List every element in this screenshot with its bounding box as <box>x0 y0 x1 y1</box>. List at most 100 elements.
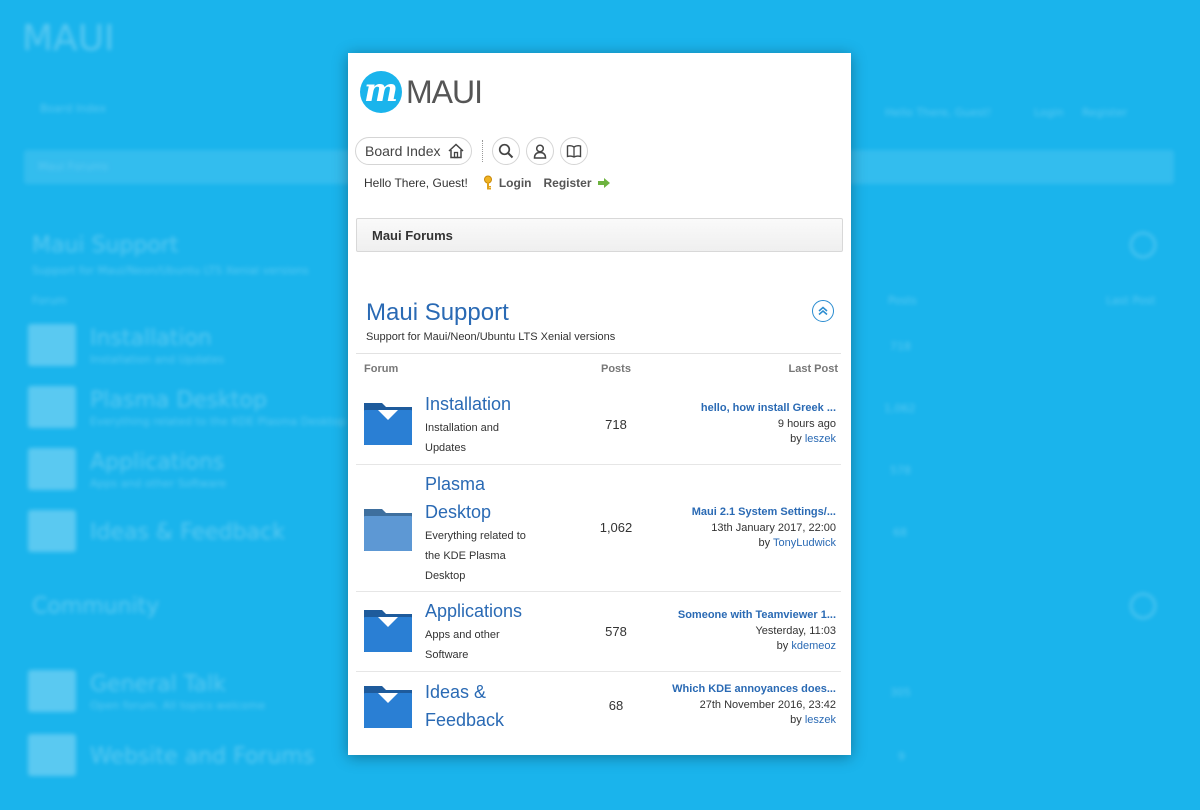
last-post-by-label: by <box>790 714 802 726</box>
last-post-author-link[interactable]: leszek <box>805 714 836 726</box>
last-post-author-link[interactable]: TonyLudwick <box>773 537 836 549</box>
bg-collapse-icon <box>1130 232 1156 258</box>
forum-description: Apps and other Software <box>425 629 500 661</box>
bg-logo: MAUI <box>22 18 115 59</box>
collapse-category-button[interactable] <box>812 300 834 322</box>
folder-icon <box>364 610 412 652</box>
bg-welcome: Hello There, Guest! <box>885 106 992 119</box>
last-post-time: 13th January 2017, 22:00 <box>711 521 836 534</box>
logo-text: MAUI <box>406 73 483 110</box>
forum-title-link[interactable]: Installation <box>425 390 575 418</box>
nav-divider <box>481 140 484 162</box>
bg-folder-icon <box>28 734 76 776</box>
bg-f5-desc: Open forum. All topics welcome <box>90 699 266 712</box>
forum-title-link[interactable]: Applications <box>425 597 575 625</box>
home-icon <box>447 143 464 159</box>
top-nav: Board Index <box>355 137 594 165</box>
bg-p4: 68 <box>893 526 907 539</box>
bg-p1: 718 <box>890 340 911 353</box>
bg-f4: Ideas & Feedback <box>90 520 285 545</box>
table-header-divider <box>356 353 841 354</box>
bg-p5: 305 <box>890 686 911 699</box>
folder-icon <box>364 403 412 445</box>
forum-title-link[interactable]: Plasma Desktop <box>425 470 515 526</box>
login-label: Login <box>498 176 532 190</box>
breadcrumb-forums-link[interactable]: Maui Forums <box>372 228 453 243</box>
board-index-button[interactable]: Board Index <box>355 137 472 165</box>
bg-cat2: Community <box>32 594 160 619</box>
bg-folder-icon <box>28 324 76 366</box>
bg-register: Register <box>1082 106 1128 119</box>
bg-cat1: Maui Support <box>32 233 179 258</box>
last-post-byline: by leszek <box>651 432 836 448</box>
arrow-right-icon <box>597 178 610 188</box>
member-list-button[interactable] <box>525 137 554 165</box>
last-post-time: 27th November 2016, 23:42 <box>699 698 836 711</box>
last-post-topic-link[interactable]: Maui 2.1 System Settings/... <box>651 505 836 521</box>
last-post: Which KDE annoyances does... 27th Novemb… <box>651 682 836 729</box>
bg-nav: Board Index <box>40 102 107 115</box>
bg-crumb: Maui Forums <box>38 160 109 173</box>
login-link[interactable]: Login <box>482 175 532 191</box>
folder-icon <box>364 509 412 551</box>
last-post-by-label: by <box>790 433 802 445</box>
bg-forum-col: Forum <box>32 294 67 307</box>
last-post-topic-link[interactable]: hello, how install Greek ... <box>651 401 836 417</box>
forum-row: Plasma Desktop Everything related to the… <box>356 465 841 592</box>
bg-p2: 1,062 <box>884 402 916 415</box>
site-logo[interactable]: m MAUI <box>360 71 483 113</box>
column-header-forum: Forum <box>364 363 399 375</box>
forum-title-link[interactable]: Ideas & Feedback <box>425 678 515 734</box>
bg-folder-icon <box>28 670 76 712</box>
bg-f2-desc: Everything related to the KDE Plasma Des… <box>90 415 347 428</box>
help-button[interactable] <box>559 137 588 165</box>
register-link[interactable]: Register <box>543 176 610 190</box>
forum-description: Everything related to the KDE Plasma Des… <box>425 530 526 582</box>
welcome-bar: Hello There, Guest! Login Register <box>364 175 611 191</box>
forum-row: Applications Apps and other Software 578… <box>356 592 841 672</box>
bg-collapse-icon <box>1130 593 1156 619</box>
bg-f2: Plasma Desktop <box>90 388 267 413</box>
bg-last-col: Last Post <box>1106 294 1156 307</box>
bg-login: Login <box>1034 106 1064 119</box>
last-post-author-link[interactable]: kdemeoz <box>791 640 836 652</box>
bg-p3: 578 <box>890 464 911 477</box>
bg-f3: Applications <box>90 450 225 475</box>
last-post-topic-link[interactable]: Which KDE annoyances does... <box>651 682 836 698</box>
bg-folder-icon <box>28 510 76 552</box>
bg-f1-desc: Installation and Updates <box>90 353 225 366</box>
category-title[interactable]: Maui Support <box>366 299 509 327</box>
bg-folder-icon <box>28 386 76 428</box>
last-post-by-label: by <box>758 537 771 549</box>
breadcrumb: Maui Forums <box>356 218 843 252</box>
bg-f6: Website and Forums <box>90 744 315 769</box>
folder-icon <box>364 686 412 728</box>
bg-f5: General Talk <box>90 672 226 697</box>
last-post: Maui 2.1 System Settings/... 13th Januar… <box>651 505 836 552</box>
last-post-topic-link[interactable]: Someone with Teamviewer 1... <box>651 608 836 624</box>
last-post-time: Yesterday, 11:03 <box>755 624 836 637</box>
last-post-author-link[interactable]: leszek <box>805 433 836 445</box>
last-post-byline: by TonyLudwick <box>651 536 836 552</box>
last-post-byline: by kdemeoz <box>651 639 836 655</box>
column-header-posts: Posts <box>601 363 631 375</box>
bg-posts-col: Posts <box>888 294 917 307</box>
bg-folder-icon <box>28 448 76 490</box>
column-header-last-post: Last Post <box>788 363 838 375</box>
forum-row: Ideas & Feedback 68 Which KDE annoyances… <box>356 672 841 752</box>
user-icon <box>533 144 546 159</box>
register-label: Register <box>543 176 592 190</box>
category-description: Support for Maui/Neon/Ubuntu LTS Xenial … <box>366 331 616 343</box>
search-button[interactable] <box>491 137 520 165</box>
board-index-label: Board Index <box>365 143 441 159</box>
search-icon <box>498 143 513 159</box>
bg-f3-desc: Apps and other Software <box>90 477 227 490</box>
bg-cat1-desc: Support for Maui/Neon/Ubuntu LTS Xenial … <box>32 264 309 277</box>
forum-description: Installation and Updates <box>425 422 499 454</box>
forum-panel: m MAUI Board Index Hello There, Guest! L… <box>348 53 851 755</box>
last-post-time: 9 hours ago <box>777 417 836 430</box>
bg-f1: Installation <box>90 326 212 351</box>
key-icon <box>483 175 492 190</box>
bg-p6: 9 <box>898 750 905 763</box>
last-post: hello, how install Greek ... 9 hours ago… <box>651 401 836 448</box>
